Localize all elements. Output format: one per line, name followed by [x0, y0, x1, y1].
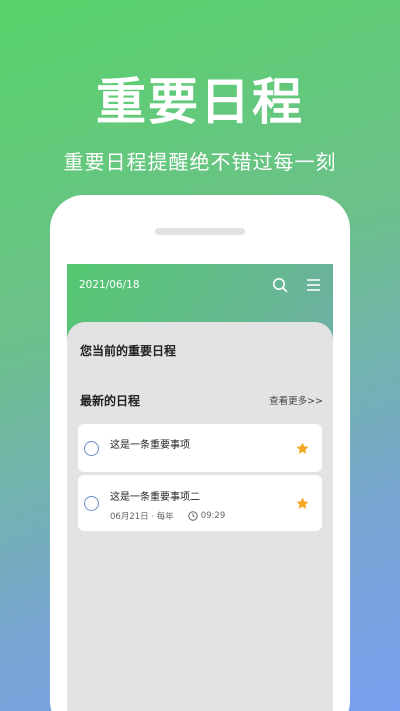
schedule-item[interactable]: 这是一条重要事项	[78, 424, 322, 472]
clock-icon	[188, 511, 198, 521]
top-bar: 2021/06/18	[67, 264, 333, 308]
search-icon[interactable]	[272, 277, 288, 293]
menu-icon[interactable]	[306, 278, 321, 292]
schedule-item-meta: 06月21日 · 每年 09:29	[110, 510, 225, 522]
schedule-panel: 您当前的重要日程 最新的日程 查看更多>> 这是一条重要事项 这是一条重要事项二…	[67, 322, 333, 711]
schedule-time: 09:29	[200, 511, 226, 521]
current-date: 2021/06/18	[79, 279, 140, 291]
phone-speaker	[155, 228, 245, 235]
schedule-item-title: 这是一条重要事项	[110, 440, 190, 451]
app-screen: 2021/06/18 您当前的重要日程 最新的日程 查看更多>> 这是一条重要事…	[67, 264, 333, 711]
complete-checkbox[interactable]	[84, 441, 99, 456]
promo-headline: 重要日程	[96, 73, 304, 131]
star-icon[interactable]	[295, 496, 310, 511]
promo-subline: 重要日程提醒绝不错过每一刻	[63, 150, 337, 174]
phone-frame: 2021/06/18 您当前的重要日程 最新的日程 查看更多>> 这是一条重要事…	[50, 195, 350, 711]
complete-checkbox[interactable]	[84, 496, 99, 511]
section-title: 最新的日程	[80, 394, 141, 408]
view-more-link[interactable]: 查看更多>>	[269, 393, 323, 407]
schedule-item-title: 这是一条重要事项二	[110, 492, 200, 503]
schedule-item[interactable]: 这是一条重要事项二 06月21日 · 每年 09:29	[78, 475, 322, 531]
panel-title: 您当前的重要日程	[80, 344, 177, 358]
schedule-date-repeat: 06月21日 · 每年	[110, 512, 174, 522]
star-icon[interactable]	[295, 441, 310, 456]
